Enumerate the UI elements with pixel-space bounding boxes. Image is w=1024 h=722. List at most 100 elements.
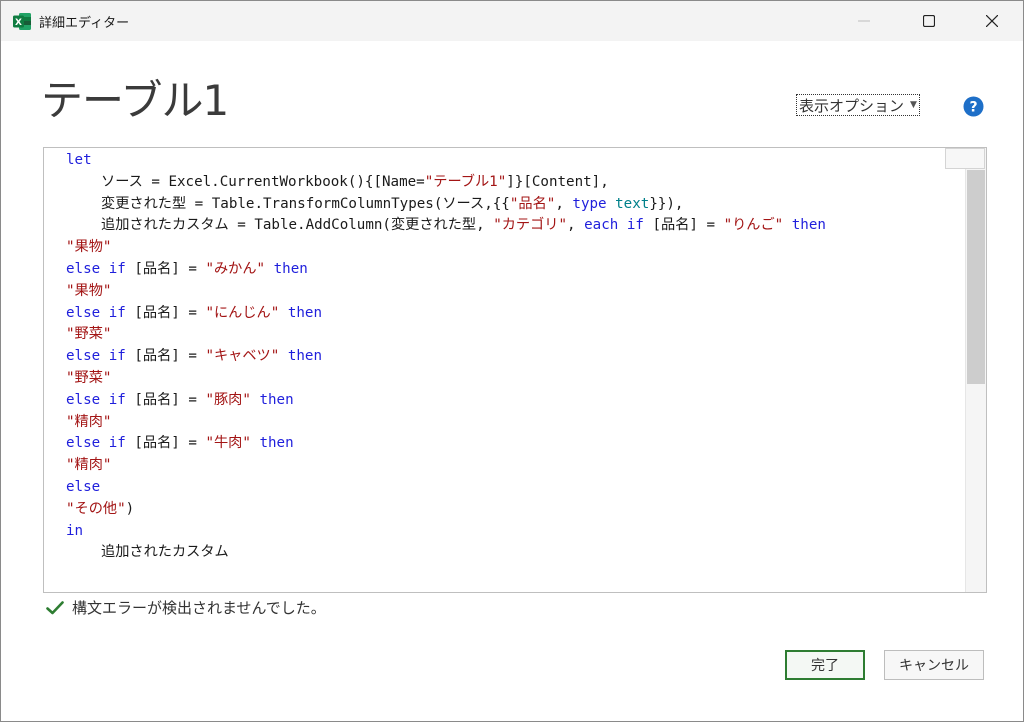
minimize-icon <box>858 20 870 22</box>
maximize-button[interactable] <box>906 1 952 41</box>
code-line[interactable]: "その他") <box>66 499 964 521</box>
title-bar[interactable]: X 詳細エディター <box>1 1 1023 41</box>
code-token: [品名] = <box>125 304 206 321</box>
code-token: }}), <box>649 195 684 212</box>
code-line[interactable]: 追加されたカスタム <box>66 542 964 564</box>
help-icon[interactable]: ? <box>963 96 984 117</box>
code-line[interactable]: ソース = Excel.CurrentWorkbook(){[Name="テーブ… <box>66 172 964 194</box>
code-line[interactable]: else if [品名] = "にんじん" then <box>66 303 964 325</box>
code-line[interactable]: "野菜" <box>66 324 964 346</box>
code-line[interactable]: "精肉" <box>66 412 964 434</box>
code-lines[interactable]: let ソース = Excel.CurrentWorkbook(){[Name="… <box>66 150 964 564</box>
code-token: ) <box>125 500 135 517</box>
code-token: then <box>259 435 294 452</box>
code-token: "豚肉" <box>205 391 251 408</box>
scrollbar-top-box <box>945 148 985 169</box>
code-token: then <box>259 391 294 408</box>
code-token: , <box>567 217 585 234</box>
code-line[interactable]: "果物" <box>66 281 964 303</box>
code-token: then <box>287 348 322 365</box>
code-line[interactable]: else <box>66 477 964 499</box>
scrollbar-thumb[interactable] <box>967 170 985 384</box>
code-token: in <box>66 522 84 539</box>
code-token: if <box>108 304 126 321</box>
cancel-button[interactable]: キャンセル <box>884 650 984 680</box>
code-token: "キャベツ" <box>205 348 280 365</box>
code-token: each <box>584 217 619 234</box>
code-token: if <box>626 217 644 234</box>
code-token: then <box>287 304 322 321</box>
code-token: if <box>108 348 126 365</box>
code-token: "テーブル1" <box>424 173 507 190</box>
code-token: "精肉" <box>66 457 112 474</box>
svg-text:?: ? <box>969 100 977 116</box>
code-token: if <box>108 260 126 277</box>
code-token: [品名] = <box>125 260 206 277</box>
code-line[interactable]: let <box>66 150 964 172</box>
code-token: [品名] = <box>643 217 724 234</box>
code-token: "牛肉" <box>205 435 251 452</box>
excel-icon: X <box>13 13 31 30</box>
page-title: テーブル1 <box>41 76 229 125</box>
maximize-icon <box>923 15 935 27</box>
code-line[interactable]: 変更された型 = Table.TransformColumnTypes(ソース,… <box>66 194 964 216</box>
app-icon-letter: X <box>15 18 22 28</box>
view-options-dropdown[interactable]: 表示オプション ▼ <box>796 94 920 116</box>
code-token: else <box>66 304 101 321</box>
code-token: type <box>572 195 607 212</box>
code-line[interactable]: "野菜" <box>66 368 964 390</box>
code-token: "カテゴリ" <box>493 217 568 234</box>
code-token: "にんじん" <box>205 304 280 321</box>
code-line[interactable]: 追加されたカスタム = Table.AddColumn(変更された型, "カテゴ… <box>66 215 964 237</box>
code-token: [品名] = <box>125 391 206 408</box>
code-line[interactable]: else if [品名] = "豚肉" then <box>66 390 964 412</box>
minimize-button[interactable] <box>841 1 887 41</box>
code-token: "果物" <box>66 239 112 256</box>
code-line[interactable]: else if [品名] = "みかん" then <box>66 259 964 281</box>
vertical-scrollbar[interactable] <box>945 148 986 592</box>
code-token: text <box>615 195 650 212</box>
code-token: else <box>66 391 101 408</box>
code-line[interactable]: in <box>66 521 964 543</box>
code-token: "精肉" <box>66 413 112 430</box>
code-token: if <box>108 391 126 408</box>
code-token: "野菜" <box>66 326 112 343</box>
code-token: [品名] = <box>125 348 206 365</box>
code-token: , <box>555 195 573 212</box>
close-button[interactable] <box>969 1 1015 41</box>
code-token: ソース = Excel.CurrentWorkbook(){[Name= <box>101 173 425 190</box>
code-token: 追加されたカスタム <box>101 544 229 561</box>
code-token: let <box>66 152 92 168</box>
code-token: "その他" <box>66 500 126 517</box>
code-token: then <box>273 260 308 277</box>
chevron-down-icon: ▼ <box>910 100 917 110</box>
done-button[interactable]: 完了 <box>785 650 865 680</box>
code-token: 追加されたカスタム = Table.AddColumn(変更された型, <box>101 217 494 234</box>
code-token: "りんご" <box>723 217 784 234</box>
close-icon <box>986 15 998 27</box>
checkmark-icon <box>46 600 64 614</box>
code-token: then <box>791 217 826 234</box>
syntax-status: 構文エラーが検出されませんでした。 <box>46 597 326 618</box>
code-token: 変更された型 = Table.TransformColumnTypes(ソース,… <box>101 195 510 212</box>
code-token: "みかん" <box>205 260 266 277</box>
code-line[interactable]: "果物" <box>66 237 964 259</box>
code-editor[interactable]: let ソース = Excel.CurrentWorkbook(){[Name="… <box>43 147 987 593</box>
view-options-label: 表示オプション <box>799 96 905 115</box>
code-token: else <box>66 260 101 277</box>
code-line[interactable]: else if [品名] = "キャベツ" then <box>66 346 964 368</box>
code-token: else <box>66 435 101 452</box>
code-line[interactable]: "精肉" <box>66 455 964 477</box>
code-token: "野菜" <box>66 369 112 386</box>
code-line[interactable]: else if [品名] = "牛肉" then <box>66 433 964 455</box>
